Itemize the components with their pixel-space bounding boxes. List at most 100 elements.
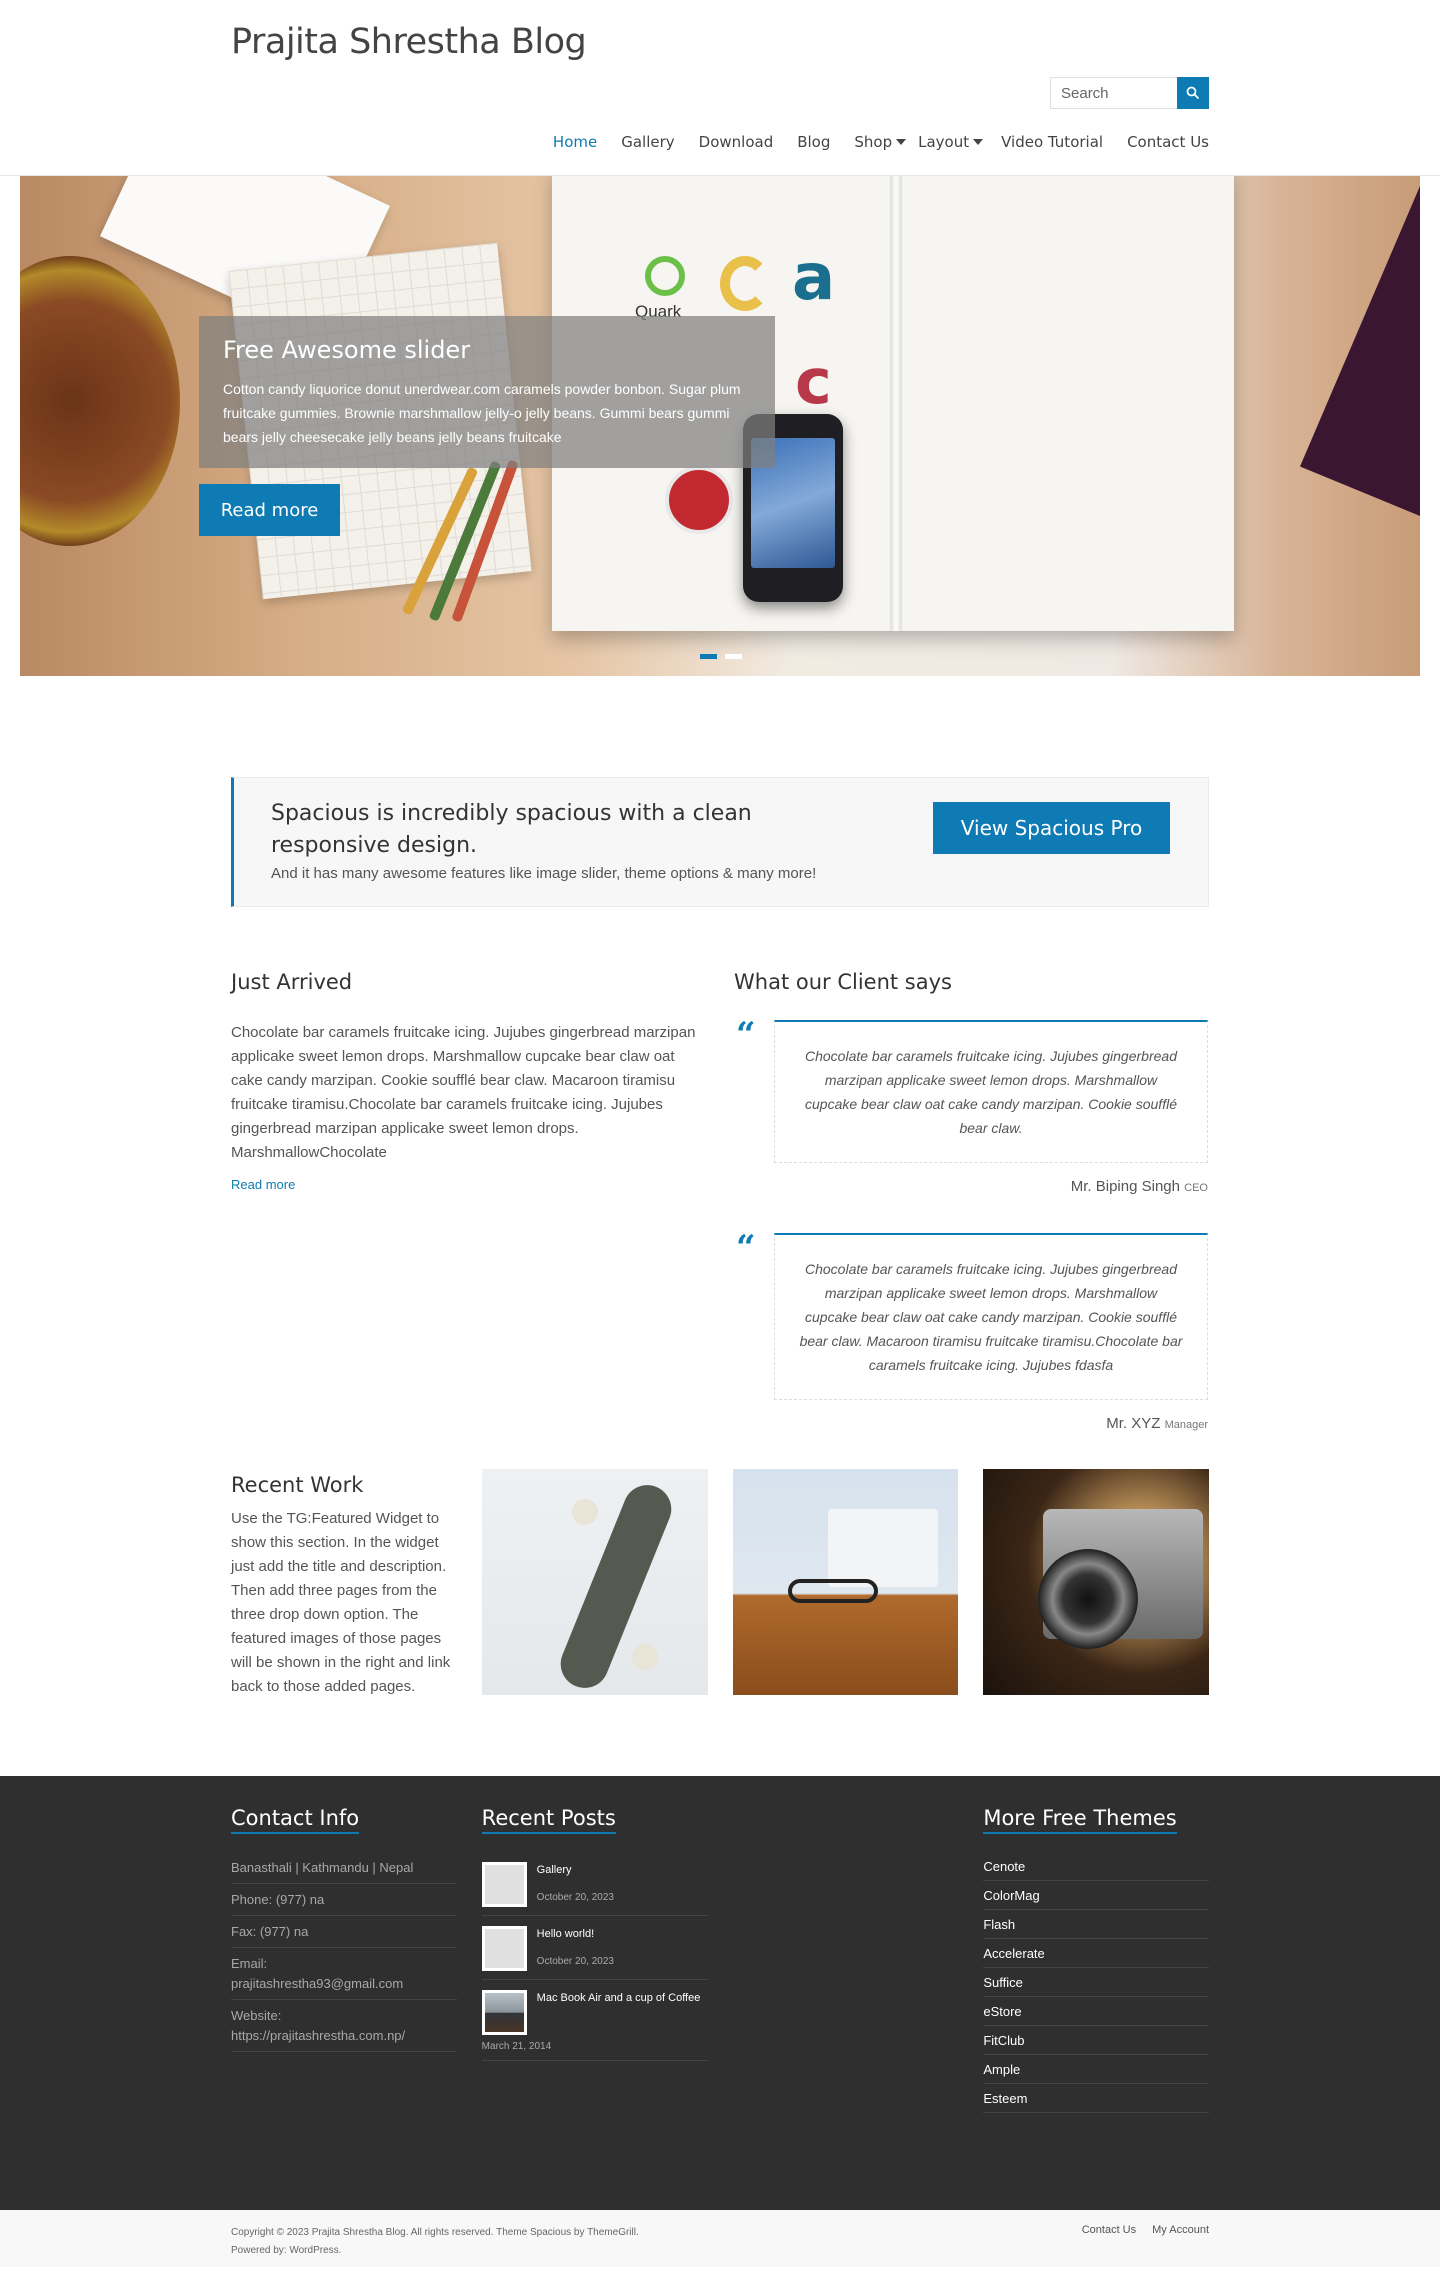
nav-item-layout[interactable]: Layout [912,133,989,151]
post-title-link[interactable]: Gallery [537,1862,614,1879]
contact-email-value[interactable]: prajitashrestha93@gmail.com [231,1974,457,1994]
nav-item-blog[interactable]: Blog [785,133,842,151]
more-free-themes-widget: More Free Themes Cenote ColorMag Flash A… [983,1806,1210,2113]
footer-menu: Contact Us My Account [1082,2224,1209,2260]
nav-item-home[interactable]: Home [541,133,609,151]
footer-bottom-bar: Copyright © 2023 Prajita Shrestha Blog. … [0,2210,1440,2267]
view-spacious-pro-button[interactable]: View Spacious Pro [933,802,1170,854]
testimonial-name: Mr. XYZ [1106,1415,1161,1432]
slider-dot-1[interactable] [700,654,717,659]
cta-subtitle: And it has many awesome features like im… [271,865,817,882]
slide-caption: Free Awesome slider Cotton candy liquori… [199,316,775,468]
testimonial-role: Manager [1164,1419,1208,1431]
post-thumbnail[interactable] [481,1990,527,2035]
recent-post-item: Hello world! October 20, 2023 [481,1916,708,1980]
testimonials-heading: What our Client says [734,970,952,994]
slider-dot-2[interactable] [725,654,742,659]
contact-address: Banasthali | Kathmandu | Nepal [231,1852,457,1884]
lg-logo-icon [665,466,733,534]
testimonial: “ Chocolate bar caramels fruitcake icing… [736,1018,1208,1195]
nav-item-video-tutorial[interactable]: Video Tutorial [989,133,1115,151]
contact-website-value[interactable]: https://prajitashrestha.com.np/ [231,2026,457,2046]
search-input[interactable] [1050,77,1177,109]
main-content: Spacious is incredibly spacious with a c… [231,777,1209,1776]
just-arrived-read-more-link[interactable]: Read more [231,1177,295,1192]
nav-item-label: Home [552,133,598,151]
nav-item-label: Download [698,133,774,151]
theme-link-esteem[interactable]: Esteem [983,2084,1210,2113]
site-title[interactable]: Prajita Shrestha Blog [231,22,587,62]
recent-work-description: Use the TG:Featured Widget to show this … [231,1510,451,1695]
slider-pager [700,654,742,659]
camera-lens [1038,1549,1139,1649]
nav-item-label: Shop [854,133,893,151]
slide-title: Free Awesome slider [223,336,471,364]
post-thumbnail[interactable] [481,1926,527,1971]
slide-image-triangle [1300,186,1420,516]
contact-website: Website: https://prajitashrestha.com.np/ [231,2000,457,2052]
slide-read-more-button[interactable]: Read more [199,484,340,536]
copyright: Copyright © 2023 Prajita Shrestha Blog. … [231,2224,639,2260]
glasses-shape [787,1579,878,1603]
post-date: October 20, 2023 [536,1956,614,1967]
slide-image-book-spine [890,176,902,631]
recent-work-image-glasses[interactable] [732,1469,959,1695]
contact-email: Email: prajitashrestha93@gmail.com [231,1948,457,2000]
footer-link-my-account[interactable]: My Account [1152,2224,1209,2260]
nav-item-shop[interactable]: Shop [842,133,912,151]
contact-fax: Fax: (977) na [231,1916,457,1948]
quark-logo-icon [645,256,685,296]
quote-icon: “ [736,1228,756,1268]
post-title-link[interactable]: Hello world! [537,1926,614,1943]
testimonial-role: CEO [1184,1182,1208,1194]
c-logo-icon [720,256,770,311]
hero-slider: Quark a c Free Awesome slider Cotton can… [20,176,1420,676]
search-form [1050,77,1209,109]
testimonial-author: Mr. Biping Singh CEO [774,1178,1208,1195]
skateboard-wheel [631,1644,658,1670]
recent-post-item: Mac Book Air and a cup of Coffee March 2… [481,1980,708,2061]
chevron-down-icon [896,139,907,145]
post-date: October 20, 2023 [536,1892,614,1903]
theme-link-estore[interactable]: eStore [983,1997,1210,2026]
theme-link-ample[interactable]: Ample [983,2055,1210,2084]
just-arrived-widget: Just Arrived Chocolate bar caramels frui… [231,970,705,1467]
theme-link-flash[interactable]: Flash [983,1910,1210,1939]
recent-work-heading: Recent Work [231,1473,364,1497]
theme-link-suffice[interactable]: Suffice [983,1968,1210,1997]
skateboard-wheel [571,1499,598,1525]
theme-link-cenote[interactable]: Cenote [983,1852,1210,1881]
widgets-row: Just Arrived Chocolate bar caramels frui… [231,970,1209,1467]
recent-work-image-skateboard[interactable] [481,1469,708,1695]
nav-item-contact-us[interactable]: Contact Us [1115,133,1209,151]
contact-phone: Phone: (977) na [231,1884,457,1916]
search-button[interactable] [1177,77,1209,109]
recent-post-item: Gallery October 20, 2023 [481,1852,708,1916]
testimonials-widget: What our Client says “ Chocolate bar car… [734,970,1208,1467]
nav-item-gallery[interactable]: Gallery [609,133,686,151]
just-arrived-text: Chocolate bar caramels fruitcake icing. … [231,1024,696,1161]
site-footer: Contact Info Banasthali | Kathmandu | Ne… [0,1776,1440,2210]
nav-item-label: Blog [797,133,831,151]
cta-title: Spacious is incredibly spacious with a c… [271,801,752,858]
footer-link-contact-us[interactable]: Contact Us [1082,2224,1136,2260]
site-header: Prajita Shrestha Blog Home Gallery Downl… [0,0,1440,176]
nav-item-download[interactable]: Download [687,133,786,151]
post-title-link[interactable]: Mac Book Air and a cup of Coffee [537,1990,701,2007]
nav-item-label: Contact Us [1127,133,1209,151]
recent-work-image-camera[interactable] [983,1469,1209,1695]
theme-link-fitclub[interactable]: FitClub [983,2026,1210,2055]
theme-link-colormag[interactable]: ColorMag [983,1881,1210,1910]
just-arrived-heading: Just Arrived [231,970,353,994]
main-nav: Home Gallery Download Blog Shop Layout V… [541,133,1209,151]
post-date: March 21, 2014 [481,2041,552,2052]
post-thumbnail[interactable] [481,1862,527,1907]
more-free-themes-heading: More Free Themes [983,1806,1177,1834]
a-logo-icon: a [792,241,836,315]
slide-image-plate [20,256,180,546]
contact-website-label: Website: [231,2008,282,2023]
theme-link-accelerate[interactable]: Accelerate [983,1939,1210,1968]
testimonial-name: Mr. Biping Singh [1070,1178,1180,1195]
recent-posts-widget: Recent Posts Gallery October 20, 2023 Hel… [481,1806,708,2113]
footer-widgets: Contact Info Banasthali | Kathmandu | Ne… [231,1776,1210,2113]
